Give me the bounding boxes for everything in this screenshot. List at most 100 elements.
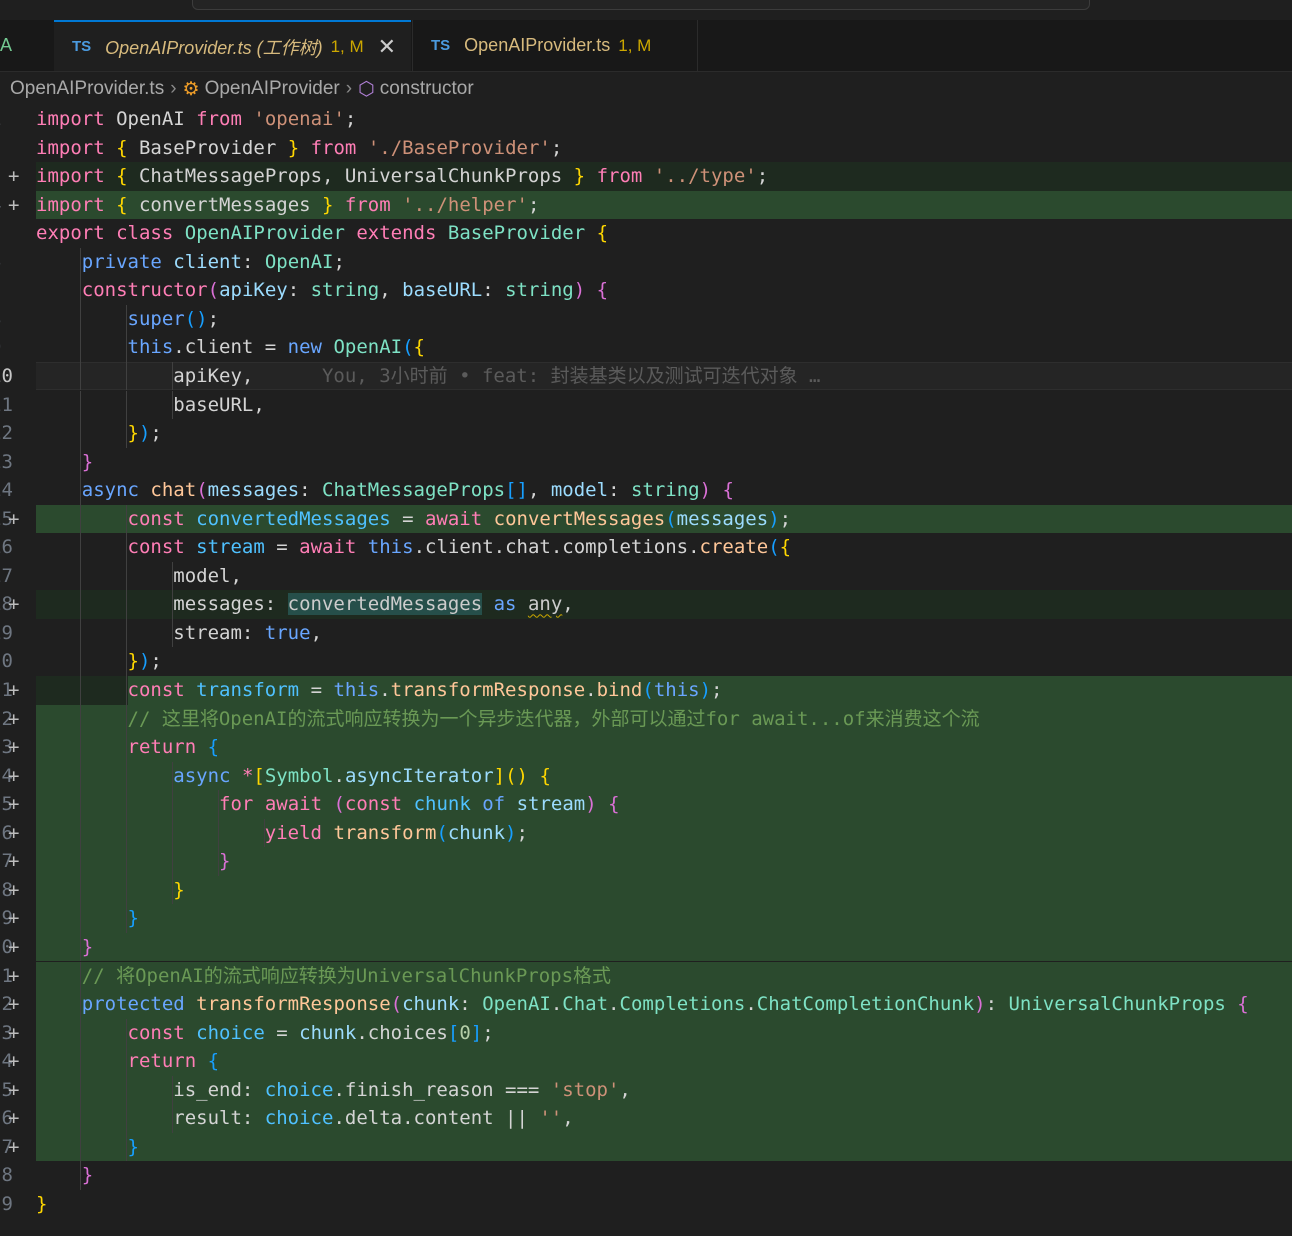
code-text[interactable]: constructor(apiKey: string, baseURL: str… — [36, 276, 1292, 305]
code-line[interactable]: 6 private client: OpenAI; — [0, 247, 1292, 277]
code-text[interactable]: export class OpenAIProvider extends Base… — [36, 219, 1292, 248]
indent-guide — [126, 333, 127, 362]
code-line[interactable]: 1import OpenAI from 'openai'; — [0, 105, 1292, 134]
code-text[interactable]: return { — [36, 1047, 1292, 1076]
code-text[interactable]: } — [36, 1161, 1292, 1190]
code-text[interactable]: const convertedMessages = await convertM… — [36, 504, 1292, 534]
code-line[interactable]: 7 constructor(apiKey: string, baseURL: s… — [0, 276, 1292, 305]
code-text[interactable]: stream: true, — [36, 618, 1292, 648]
code-text[interactable]: import { ChatMessageProps, UniversalChun… — [36, 162, 1292, 191]
code-line[interactable]: 5export class OpenAIProvider extends Bas… — [0, 219, 1292, 248]
code-text[interactable]: result: choice.delta.content || '', — [36, 1104, 1292, 1133]
code-line[interactable]: 23+ return { — [0, 733, 1292, 762]
code-text[interactable]: } — [36, 932, 1292, 962]
tab-partial[interactable]: A — [0, 20, 52, 71]
code-text[interactable]: // 将OpenAI的流式响应转换为UniversalChunkProps格式 — [36, 961, 1292, 990]
code-text[interactable]: const transform = this.transformResponse… — [36, 676, 1292, 705]
tab-openai-provider[interactable]: TS OpenAIProvider.ts 1, M — [412, 20, 698, 71]
code-text[interactable]: const choice = chunk.choices[0]; — [36, 1018, 1292, 1048]
indent-guide — [126, 618, 127, 648]
code-text[interactable]: for await (const chunk of stream) { — [36, 790, 1292, 819]
code-text[interactable]: } — [36, 875, 1292, 905]
code-text[interactable]: messages: convertedMessages as any, — [36, 590, 1292, 619]
code-text[interactable]: yield transform(chunk); — [36, 818, 1292, 848]
diff-added-marker: + — [8, 907, 20, 930]
code-line[interactable]: 34+ return { — [0, 1047, 1292, 1076]
code-text[interactable]: import { convertMessages } from '../help… — [36, 190, 1292, 220]
code-line[interactable]: 22+ // 这里将OpenAI的流式响应转换为一个异步迭代器，外部可以通过fo… — [0, 704, 1292, 734]
code-line[interactable]: 29+ } — [0, 904, 1292, 933]
code-text[interactable]: this.client = new OpenAI({ — [36, 333, 1292, 362]
code-line[interactable]: 8 super(); — [0, 304, 1292, 334]
code-line[interactable]: 15+ const convertedMessages = await conv… — [0, 504, 1292, 534]
indent-guide — [172, 561, 173, 591]
code-line[interactable]: 36+ result: choice.delta.content || '', — [0, 1104, 1292, 1133]
code-line[interactable]: 37+ } — [0, 1132, 1292, 1162]
line-number: 9 — [0, 333, 30, 362]
command-center[interactable] — [192, 0, 1090, 10]
code-line[interactable]: 12 }); — [0, 419, 1292, 448]
code-line[interactable]: 35+ is_end: choice.finish_reason === 'st… — [0, 1075, 1292, 1105]
code-line[interactable]: 17 model, — [0, 561, 1292, 591]
breadcrumb-class[interactable]: OpenAIProvider — [205, 78, 340, 100]
code-line[interactable]: 28+ } — [0, 875, 1292, 905]
breadcrumb-method[interactable]: constructor — [380, 78, 474, 100]
code-text[interactable]: is_end: choice.finish_reason === 'stop', — [36, 1075, 1292, 1105]
code-text[interactable]: } — [36, 847, 1292, 876]
code-text[interactable]: // 这里将OpenAI的流式响应转换为一个异步迭代器，外部可以通过for aw… — [36, 704, 1292, 734]
code-text[interactable]: } — [36, 904, 1292, 933]
code-text[interactable]: protected transformResponse(chunk: OpenA… — [36, 990, 1292, 1019]
close-icon[interactable]: ✕ — [378, 34, 396, 60]
code-text[interactable]: async *[Symbol.asyncIterator]() { — [36, 761, 1292, 791]
breadcrumb-file[interactable]: OpenAIProvider.ts — [10, 78, 164, 100]
code-line[interactable]: 27+ } — [0, 847, 1292, 876]
code-line[interactable]: 24+ async *[Symbol.asyncIterator]() { — [0, 761, 1292, 791]
code-text[interactable]: baseURL, — [36, 390, 1292, 419]
code-line[interactable]: 21+ const transform = this.transformResp… — [0, 676, 1292, 705]
code-text[interactable]: async chat(messages: ChatMessageProps[],… — [36, 476, 1292, 505]
code-text[interactable]: private client: OpenAI; — [36, 247, 1292, 277]
code-line[interactable]: 2import { BaseProvider } from './BasePro… — [0, 134, 1292, 163]
code-line[interactable]: 19 stream: true, — [0, 618, 1292, 648]
code-line[interactable]: 25+ for await (const chunk of stream) { — [0, 790, 1292, 819]
code-line[interactable]: 4+import { convertMessages } from '../he… — [0, 190, 1292, 220]
indent-guide — [172, 761, 173, 791]
line-number: 18+ — [0, 590, 30, 619]
code-line[interactable]: 14 async chat(messages: ChatMessageProps… — [0, 476, 1292, 505]
code-line[interactable]: 39} — [0, 1190, 1292, 1219]
code-text[interactable]: } — [36, 447, 1292, 477]
code-text[interactable]: } — [36, 1190, 1292, 1219]
code-line[interactable]: 16 const stream = await this.client.chat… — [0, 533, 1292, 562]
code-line[interactable]: 11 baseURL, — [0, 390, 1292, 419]
tab-openai-provider-worktree[interactable]: TS OpenAIProvider.ts (工作树) 1, M ✕ — [54, 20, 411, 71]
indent-guide — [80, 333, 81, 362]
tab-label: A — [0, 35, 13, 55]
code-line[interactable]: 32+ protected transformResponse(chunk: O… — [0, 990, 1292, 1019]
code-line[interactable]: 33+ const choice = chunk.choices[0]; — [0, 1018, 1292, 1048]
code-text[interactable]: import OpenAI from 'openai'; — [36, 105, 1292, 134]
code-line[interactable]: 10 apiKey, You, 3小时前 • feat: 封装基类以及测试可迭代… — [0, 361, 1292, 391]
code-line[interactable]: 38 } — [0, 1161, 1292, 1190]
code-line[interactable]: 20 }); — [0, 647, 1292, 676]
code-text[interactable]: apiKey, You, 3小时前 • feat: 封装基类以及测试可迭代对象 … — [36, 361, 1292, 391]
code-line[interactable]: 3+import { ChatMessageProps, UniversalCh… — [0, 162, 1292, 191]
code-line[interactable]: 13 } — [0, 447, 1292, 477]
line-number: 25+ — [0, 790, 30, 819]
code-text[interactable]: import { BaseProvider } from './BaseProv… — [36, 134, 1292, 163]
code-line[interactable]: 30+ } — [0, 932, 1292, 962]
indent-guide — [80, 504, 81, 534]
code-text[interactable]: model, — [36, 561, 1292, 591]
code-text[interactable]: }); — [36, 647, 1292, 676]
code-line[interactable]: 26+ yield transform(chunk); — [0, 818, 1292, 848]
code-editor[interactable]: 1import OpenAI from 'openai';2import { B… — [0, 105, 1292, 1236]
code-line[interactable]: 18+ messages: convertedMessages as any, — [0, 590, 1292, 619]
code-text[interactable]: super(); — [36, 304, 1292, 334]
code-text[interactable]: const stream = await this.client.chat.co… — [36, 533, 1292, 562]
code-text[interactable]: }); — [36, 419, 1292, 448]
indent-guide — [172, 847, 173, 876]
indent-guide — [126, 1018, 127, 1048]
code-line[interactable]: 9 this.client = new OpenAI({ — [0, 333, 1292, 362]
code-text[interactable]: } — [36, 1132, 1292, 1162]
code-line[interactable]: 31+ // 将OpenAI的流式响应转换为UniversalChunkProp… — [0, 961, 1292, 990]
code-text[interactable]: return { — [36, 733, 1292, 762]
